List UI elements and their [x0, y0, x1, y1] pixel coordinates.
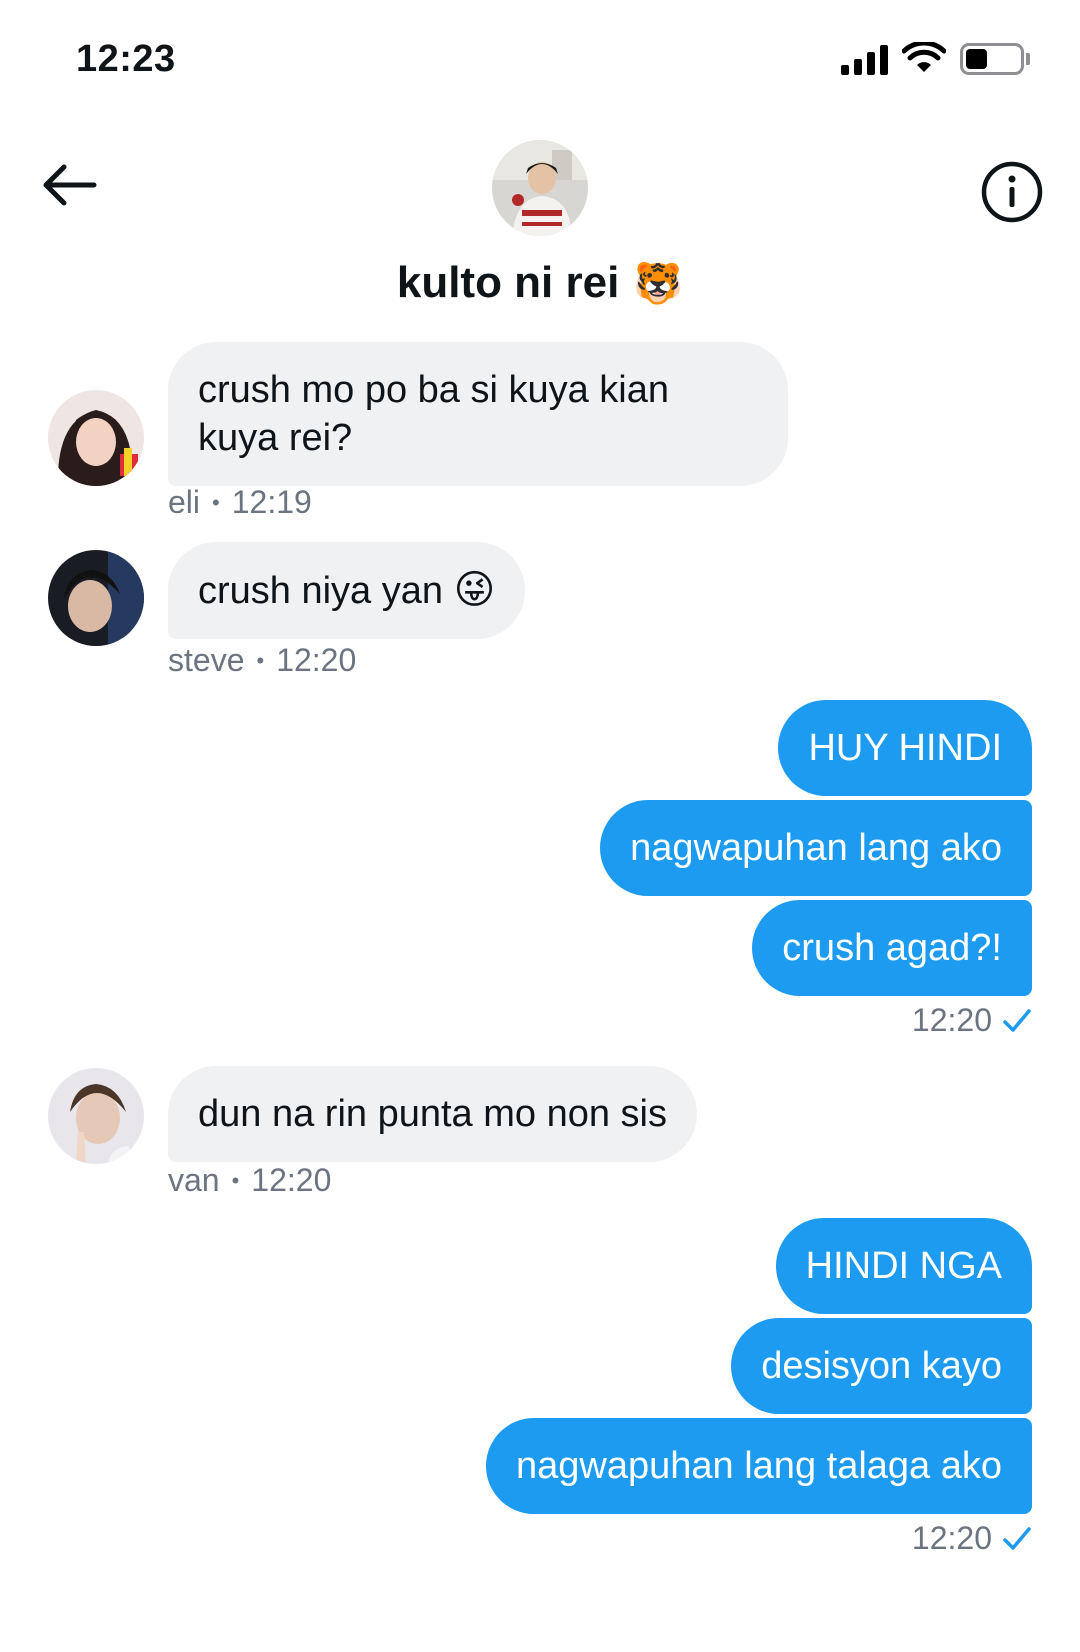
wifi-icon	[902, 42, 946, 72]
message-meta-van: van • 12:20	[168, 1162, 331, 1199]
message-meta-steve: steve • 12:20	[168, 642, 356, 679]
separator-dot: •	[231, 1167, 240, 1193]
outgoing-message[interactable]: HINDI NGA	[775, 1218, 1032, 1314]
outgoing-message[interactable]: crush agad?!	[752, 900, 1032, 996]
signal-icon	[841, 43, 888, 75]
message-meta-eli: eli • 12:19	[168, 484, 312, 521]
message-text: crush niya yan	[198, 570, 444, 612]
author-name: van	[168, 1162, 220, 1198]
status-icons	[841, 42, 1030, 76]
message-text-line: kuya rei?	[198, 417, 353, 459]
info-circle-icon	[981, 161, 1043, 223]
message-text: dun na rin punta mo non sis	[198, 1093, 667, 1135]
back-button[interactable]	[38, 160, 104, 210]
separator-dot: •	[256, 647, 265, 673]
outgoing-message[interactable]: HUY HINDI	[778, 700, 1032, 796]
message-time: 12:20	[276, 642, 357, 678]
message-text: nagwapuhan lang talaga ako	[516, 1445, 1002, 1487]
message-bubble-eli[interactable]: crush mo po ba si kuya kian kuya rei?	[168, 342, 788, 486]
message-text: desisyon kayo	[761, 1345, 1002, 1387]
message-text-line: crush mo po ba si kuya kian	[198, 369, 670, 411]
message-text: HUY HINDI	[808, 727, 1002, 769]
message-meta-outgoing: 12:20	[912, 1002, 1032, 1039]
group-avatar[interactable]	[492, 140, 588, 236]
message-text: nagwapuhan lang ako	[630, 827, 1002, 869]
message-time: 12:20	[251, 1162, 332, 1198]
check-icon	[1003, 1008, 1031, 1032]
message-time: 12:20	[911, 1520, 992, 1556]
message-bubble-steve[interactable]: crush niya yan 😜	[168, 542, 526, 639]
arrow-left-icon	[43, 164, 97, 206]
check-icon	[1003, 1526, 1031, 1550]
message-bubble-van[interactable]: dun na rin punta mo non sis	[168, 1066, 697, 1162]
avatar-eli[interactable]	[48, 390, 144, 486]
message-text: HINDI NGA	[805, 1245, 1002, 1287]
outgoing-message[interactable]: nagwapuhan lang ako	[600, 800, 1032, 896]
conversation-title: kulto ni rei 🐯	[0, 258, 1080, 308]
status-time: 12:23	[76, 38, 176, 80]
avatar-van[interactable]	[48, 1068, 144, 1164]
message-time: 12:19	[231, 484, 312, 520]
outgoing-message[interactable]: desisyon kayo	[731, 1318, 1032, 1414]
info-button[interactable]	[980, 160, 1044, 224]
message-meta-outgoing: 12:20	[912, 1520, 1032, 1557]
avatar-steve[interactable]	[48, 550, 144, 646]
author-name: steve	[168, 642, 245, 678]
winking-tongue-emoji: 😜	[453, 568, 496, 612]
battery-icon	[960, 43, 1030, 75]
conversation-title-text: kulto ni rei	[396, 258, 620, 307]
author-name: eli	[168, 484, 201, 520]
tiger-emoji: 🐯	[633, 261, 684, 306]
outgoing-message[interactable]: nagwapuhan lang talaga ako	[486, 1418, 1032, 1514]
separator-dot: •	[212, 489, 220, 515]
message-time: 12:20	[911, 1002, 992, 1038]
message-text: crush agad?!	[782, 927, 1002, 969]
